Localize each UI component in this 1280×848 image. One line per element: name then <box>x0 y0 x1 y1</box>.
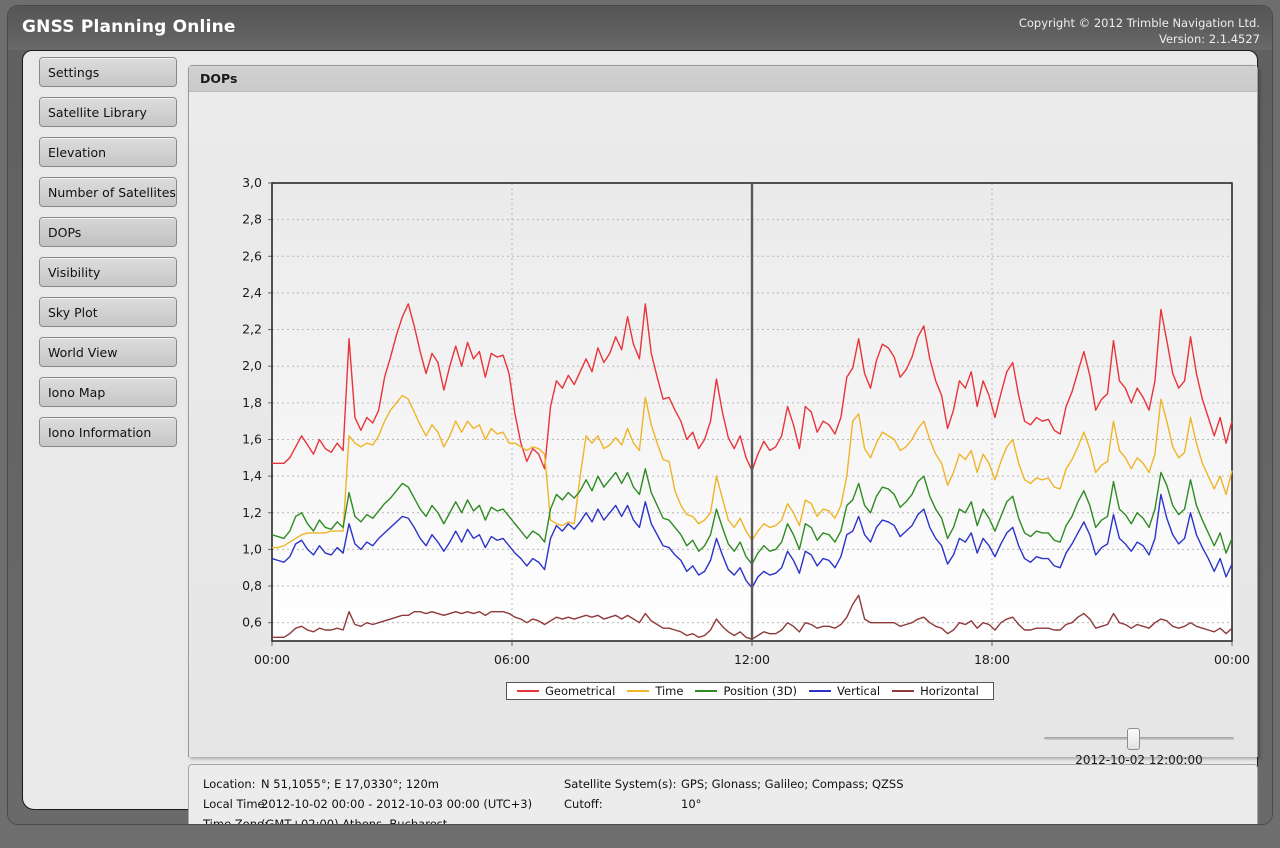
sidebar-item-label: World View <box>48 345 118 360</box>
time-zone-label: Time Zone: <box>203 817 268 824</box>
dops-line-chart[interactable]: 0,6 0,8 1,0 1,2 1,4 1,6 1,8 2,0 2,2 2,4 2,6 2,8 3,0 0… <box>189 93 1259 757</box>
legend-label: Geometrical <box>545 684 616 698</box>
legend-item[interactable]: Vertical <box>809 684 884 698</box>
cutoff-value: 10° <box>681 797 702 811</box>
chart-legend: Geometrical Time Position (3D) Vertical Hori… <box>506 682 994 700</box>
copyright-text: Copyright © 2012 Trimble Navigation Ltd. <box>1018 16 1260 30</box>
sidebar-item-visibility[interactable]: Visibility <box>39 257 177 287</box>
y-axis-tick-label: 0,8 <box>242 578 262 593</box>
y-axis-tick-label: 3,0 <box>242 175 262 190</box>
sidebar-item-label: Settings <box>48 65 100 80</box>
sidebar-item-label: Elevation <box>48 145 107 160</box>
legend-label: Position (3D) <box>723 684 798 698</box>
sidebar-item-elevation[interactable]: Elevation <box>39 137 177 167</box>
cutoff-label: Cutoff: <box>564 797 603 811</box>
title-bar: GNSS Planning Online Copyright © 2012 Tr… <box>8 6 1272 50</box>
legend-item[interactable]: Horizontal <box>892 684 983 698</box>
sidebar-item-satellite-library[interactable]: Satellite Library <box>39 97 177 127</box>
x-axis-tick-label: 06:00 <box>494 652 530 667</box>
y-axis-tick-label: 2,4 <box>242 285 262 300</box>
x-axis-tick-label: 00:00 <box>254 652 290 667</box>
info-panel: Location: N 51,1055°; E 17,0330°; 120m L… <box>188 764 1258 824</box>
y-axis-tick-label: 2,0 <box>242 358 262 373</box>
y-axis-tick-label: 2,2 <box>242 322 262 337</box>
legend-item[interactable]: Geometrical <box>517 684 619 698</box>
sidebar-item-sky-plot[interactable]: Sky Plot <box>39 297 177 327</box>
satellite-systems-label: Satellite System(s): <box>564 777 677 791</box>
application-window: GNSS Planning Online Copyright © 2012 Tr… <box>8 6 1272 824</box>
dops-chart-panel: DOPs 0,6 0,8 1,0 1,2 1,4 1,6 1,8 2,0 2,2 2,4 2,6 2,… <box>188 65 1259 767</box>
legend-item[interactable]: Time <box>627 684 687 698</box>
y-axis-tick-label: 1,4 <box>242 468 262 483</box>
sidebar-item-label: Visibility <box>48 265 101 280</box>
sidebar-item-settings[interactable]: Settings <box>39 57 177 87</box>
sidebar-item-dops[interactable]: DOPs <box>39 217 177 247</box>
sidebar-item-label: Satellite Library <box>48 105 147 120</box>
version-text: Version: 2.1.4527 <box>1158 32 1260 46</box>
sidebar-item-label: Sky Plot <box>48 305 98 320</box>
y-axis-tick-label: 1,2 <box>242 505 262 520</box>
legend-swatch-icon <box>627 689 650 693</box>
x-axis-tick-label: 18:00 <box>974 652 1010 667</box>
legend-swatch-icon <box>892 689 915 693</box>
y-axis-tick-label: 0,6 <box>242 615 262 630</box>
sidebar-item-world-view[interactable]: World View <box>39 337 177 367</box>
local-time-value: 2012-10-02 00:00 - 2012-10-03 00:00 (UTC… <box>261 797 533 811</box>
sidebar-item-number-of-satellites[interactable]: Number of Satellites <box>39 177 177 207</box>
legend-label: Vertical <box>837 684 881 698</box>
y-axis-tick-label: 1,8 <box>242 395 262 410</box>
time-zone-value: (GMT+02:00) Athens, Bucharest <box>261 817 448 824</box>
legend-swatch-icon <box>695 689 718 693</box>
y-axis-tick-label: 2,6 <box>242 248 262 263</box>
y-axis-tick-label: 1,0 <box>242 541 262 556</box>
sidebar-item-label: Number of Satellites <box>48 185 176 200</box>
x-axis-tick-label: 12:00 <box>734 652 770 667</box>
time-slider-thumb[interactable] <box>1127 728 1141 750</box>
legend-swatch-icon <box>809 689 832 693</box>
satellite-systems-value: GPS; Glonass; Galileo; Compass; QZSS <box>681 777 904 791</box>
legend-label: Time <box>655 684 684 698</box>
app-title: GNSS Planning Online <box>22 17 236 37</box>
chart-panel-header: DOPs <box>189 66 1257 92</box>
page-title: DOPs <box>200 71 238 86</box>
local-time-label: Local Time: <box>203 797 269 811</box>
y-axis-tick-label: 2,8 <box>242 212 262 227</box>
time-slider[interactable]: 2012-10-02 12:00:00 <box>1044 721 1244 767</box>
y-axis-tick-label: 1,6 <box>242 431 262 446</box>
sidebar-item-iono-information[interactable]: Iono Information <box>39 417 177 447</box>
x-axis-tick-label: 00:00 <box>1214 652 1250 667</box>
location-label: Location: <box>203 777 256 791</box>
chart-body: 0,6 0,8 1,0 1,2 1,4 1,6 1,8 2,0 2,2 2,4 2,6 2,8 3,0 0… <box>189 93 1259 767</box>
legend-item[interactable]: Position (3D) <box>695 684 801 698</box>
sidebar-item-iono-map[interactable]: Iono Map <box>39 377 177 407</box>
sidebar-item-label: DOPs <box>48 225 82 240</box>
sidebar-item-label: Iono Map <box>48 385 106 400</box>
legend-label: Horizontal <box>920 684 979 698</box>
sidebar-nav: Settings Satellite Library Elevation Number… <box>25 57 180 803</box>
legend-swatch-icon <box>517 689 539 693</box>
client-area: Settings Satellite Library Elevation Number… <box>22 50 1259 824</box>
sidebar-item-label: Iono Information <box>48 425 152 440</box>
location-value: N 51,1055°; E 17,0330°; 120m <box>261 777 440 791</box>
